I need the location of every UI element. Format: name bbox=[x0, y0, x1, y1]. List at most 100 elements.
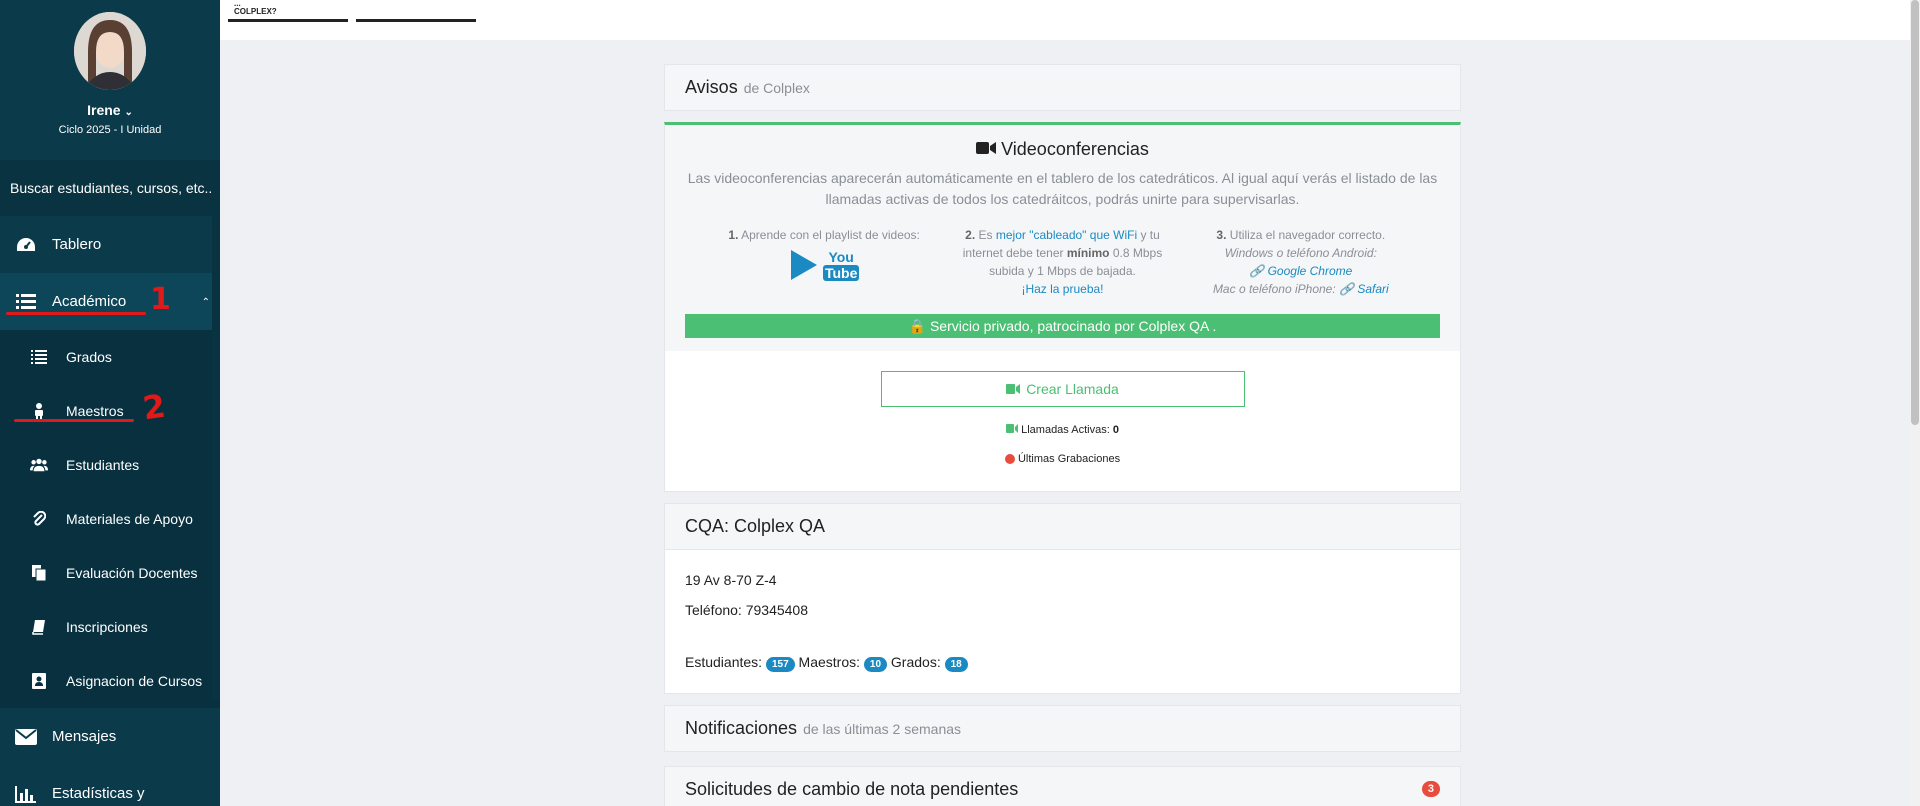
annotation-underline-maestros bbox=[14, 419, 134, 422]
cycle-label: Ciclo 2025 - I Unidad bbox=[58, 124, 162, 136]
steps-row: 1. Aprende con el playlist de videos: Yo… bbox=[665, 210, 1460, 298]
video-camera-icon bbox=[1006, 381, 1021, 397]
chrome-link-text: Google Chrome bbox=[1267, 264, 1353, 278]
chrome-link[interactable]: 🔗 Google Chrome bbox=[1201, 262, 1401, 280]
active-calls-label: Llamadas Activas: bbox=[1021, 424, 1110, 436]
notificaciones-subtitle: de las últimas 2 semanas bbox=[803, 720, 962, 737]
list-icon bbox=[14, 292, 38, 312]
teachers-label: Maestros: bbox=[798, 654, 860, 670]
avisos-subtitle: de Colplex bbox=[743, 79, 810, 96]
school-address: 19 Av 8-70 Z-4 bbox=[685, 572, 777, 588]
step-2: 2. Es mejor "cableado" que WiFi y tu int… bbox=[962, 226, 1162, 298]
sidebar-item-grados[interactable]: Grados bbox=[0, 330, 220, 384]
bar-chart-icon bbox=[14, 784, 38, 804]
school-phone: Teléfono: 79345408 bbox=[685, 602, 808, 618]
sidebar-item-estudiantes[interactable]: Estudiantes bbox=[0, 438, 220, 492]
grades-label: Grados: bbox=[890, 654, 941, 670]
youtube-logo[interactable]: You Tube bbox=[724, 248, 924, 282]
step-3-text: Utiliza el navegador correcto. bbox=[1229, 228, 1386, 242]
recordings-link[interactable]: Últimas Grabaciones bbox=[665, 453, 1460, 465]
sidebar-item-estadisticas[interactable]: Estadísticas y bbox=[0, 765, 220, 806]
page-scrollbar[interactable] bbox=[1910, 0, 1920, 806]
step-3-number: 3. bbox=[1216, 228, 1227, 242]
calls-panel: Crear Llamada Llamadas Activas: 0 Última… bbox=[664, 351, 1461, 492]
sidebar-item-academico[interactable]: Académico ⌃ bbox=[0, 273, 220, 330]
create-call-button[interactable]: Crear Llamada bbox=[880, 371, 1245, 407]
top-tab-2[interactable] bbox=[356, 0, 476, 22]
sidebar-item-label: Asignacion de Cursos bbox=[66, 673, 203, 689]
sidebar-item-tablero[interactable]: Tablero bbox=[0, 216, 220, 273]
sidebar-item-inscripciones[interactable]: Inscripciones bbox=[0, 600, 220, 654]
avisos-header: Avisos de Colplex bbox=[664, 64, 1461, 111]
step-3-mac-row: Mac o teléfono iPhone: 🔗 Safari bbox=[1201, 280, 1401, 298]
cable-vs-wifi-link[interactable]: mejor "cableado" que WiFi bbox=[996, 228, 1137, 242]
solicitudes-title: Solicitudes de cambio de nota pendientes bbox=[685, 778, 1019, 799]
top-tab-1[interactable]: ... COLPLEX? bbox=[228, 0, 348, 22]
sidebar-item-label: Mensajes bbox=[52, 728, 117, 745]
sidebar-scrollbar[interactable] bbox=[212, 160, 220, 700]
top-tab-line2: COLPLEX? bbox=[234, 7, 277, 16]
school-stats: Estudiantes: 157 Maestros: 10 Grados: 18 bbox=[665, 654, 1460, 672]
school-info-panel: 19 Av 8-70 Z-4 Teléfono: 79345408 Estudi… bbox=[664, 550, 1461, 694]
dashboard-icon bbox=[14, 235, 38, 255]
create-call-label: Crear Llamada bbox=[1026, 381, 1119, 397]
school-title: CQA: Colplex QA bbox=[685, 516, 826, 536]
notificaciones-header[interactable]: Notificaciones de las últimas 2 semanas bbox=[664, 705, 1461, 752]
paperclip-icon bbox=[30, 510, 48, 528]
documents-icon bbox=[30, 564, 48, 582]
step-1: 1. Aprende con el playlist de videos: Yo… bbox=[724, 226, 924, 298]
user-name-label: Irene bbox=[87, 102, 121, 118]
sidebar-item-mensajes[interactable]: Mensajes bbox=[0, 708, 220, 765]
teachers-badge: 10 bbox=[863, 657, 888, 672]
sidebar-item-label: Estadísticas y bbox=[52, 785, 145, 802]
speed-test-link[interactable]: ¡Haz la prueba! bbox=[962, 280, 1162, 298]
sidebar: Irene ⌄ Ciclo 2025 - I Unidad Buscar est… bbox=[0, 0, 220, 806]
videoconferencias-description: Las videoconferencias aparecerán automát… bbox=[687, 170, 1438, 207]
contact-icon bbox=[30, 672, 48, 690]
recordings-label: Últimas Grabaciones bbox=[1017, 453, 1121, 465]
active-calls-count: 0 bbox=[1112, 424, 1119, 436]
list-icon bbox=[30, 348, 48, 366]
book-icon bbox=[30, 618, 48, 636]
page-scrollbar-thumb[interactable] bbox=[1911, 0, 1919, 425]
videoconferencias-title: Videoconferencias bbox=[665, 125, 1460, 160]
videoconferencias-panel: Videoconferencias Las videoconferencias … bbox=[664, 122, 1461, 351]
envelope-icon bbox=[14, 727, 38, 747]
solicitudes-header[interactable]: Solicitudes de cambio de nota pendientes… bbox=[664, 766, 1461, 806]
step-2-minimum: mínimo bbox=[1066, 246, 1110, 260]
sidebar-item-evaluacion-docentes[interactable]: Evaluación Docentes bbox=[0, 546, 220, 600]
sidebar-item-label: Grados bbox=[66, 349, 112, 365]
safari-link[interactable]: 🔗 Safari bbox=[1339, 282, 1389, 296]
user-name[interactable]: Irene ⌄ bbox=[0, 102, 220, 118]
person-icon bbox=[30, 402, 48, 420]
school-header: CQA: Colplex QA bbox=[664, 503, 1461, 550]
profile-section: Irene ⌄ Ciclo 2025 - I Unidad bbox=[0, 0, 220, 160]
active-calls: Llamadas Activas: 0 bbox=[665, 424, 1460, 436]
sidebar-item-maestros[interactable]: Maestros bbox=[0, 384, 220, 438]
step-3: 3. Utiliza el navegador correcto. Window… bbox=[1201, 226, 1401, 298]
sidebar-item-label: Estudiantes bbox=[66, 457, 140, 473]
step-3-mac: Mac o teléfono iPhone: bbox=[1212, 282, 1336, 296]
step-1-number: 1. bbox=[728, 228, 739, 242]
students-badge: 157 bbox=[765, 657, 795, 672]
step-1-text: Aprende con el playlist de videos: bbox=[741, 228, 920, 242]
private-service-banner: 🔒 Servicio privado, patrocinado por Colp… bbox=[685, 314, 1440, 338]
sidebar-item-materiales[interactable]: Materiales de Apoyo bbox=[0, 492, 220, 546]
sidebar-item-label: Materiales de Apoyo bbox=[66, 511, 193, 527]
youtube-you: You bbox=[828, 249, 854, 265]
avisos-title: Avisos bbox=[685, 77, 738, 97]
top-bar: ... COLPLEX? bbox=[220, 0, 1910, 40]
sidebar-item-label: Académico bbox=[52, 293, 127, 310]
video-camera-icon bbox=[1006, 424, 1021, 436]
search-input[interactable]: Buscar estudiantes, cursos, etc... bbox=[0, 160, 220, 216]
private-service-text: Servicio privado, patrocinado por Colple… bbox=[929, 318, 1217, 334]
sidebar-item-asignacion-cursos[interactable]: Asignacion de Cursos bbox=[0, 654, 220, 708]
avatar[interactable] bbox=[74, 12, 146, 90]
step-2-text-a: Es bbox=[978, 228, 993, 242]
youtube-tube: Tube bbox=[822, 265, 860, 281]
link-icon: 🔗 bbox=[1249, 264, 1265, 278]
sidebar-item-label: Inscripciones bbox=[66, 619, 148, 635]
step-2-number: 2. bbox=[965, 228, 976, 242]
play-icon bbox=[790, 250, 817, 280]
chevron-down-icon: ⌄ bbox=[124, 107, 133, 118]
